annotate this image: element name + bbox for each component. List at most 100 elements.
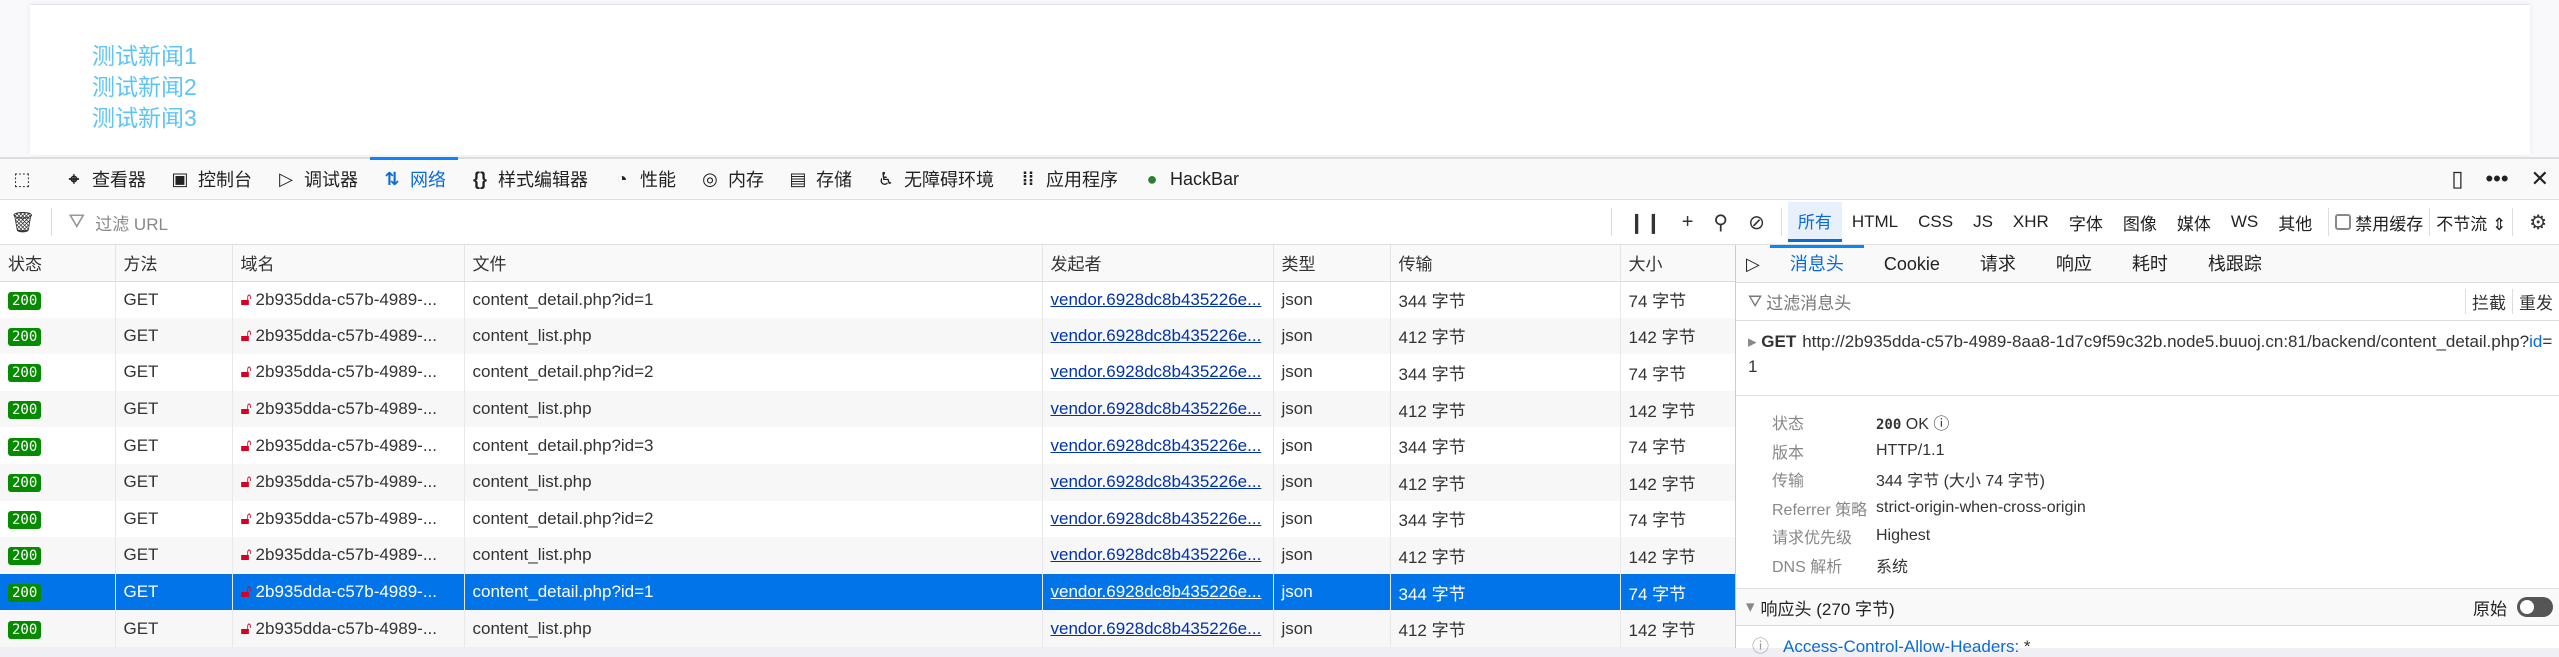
- type-filter-button[interactable]: 媒体: [2167, 204, 2221, 241]
- search-icon[interactable]: ⚲: [1703, 210, 1738, 235]
- help-icon[interactable]: ⓘ: [1752, 637, 1769, 656]
- type-filter-button[interactable]: CSS: [1908, 206, 1963, 238]
- size-cell: 142 字节: [1620, 610, 1736, 647]
- initiator-link[interactable]: vendor.6928dc8b435226e...: [1051, 290, 1262, 309]
- tab-performance[interactable]: ◔ 性能: [600, 159, 688, 200]
- page-viewport: 测试新闻1 测试新闻2 测试新闻3: [0, 0, 2559, 157]
- tab-network[interactable]: ⇅ 网络: [370, 156, 458, 200]
- column-header[interactable]: 状态: [0, 245, 116, 282]
- domain-text: 2b935dda-c57b-4989-...: [255, 472, 438, 492]
- panel-tab[interactable]: 耗时: [2112, 245, 2188, 283]
- initiator-link[interactable]: vendor.6928dc8b435226e...: [1051, 436, 1262, 455]
- disable-cache-checkbox[interactable]: 禁用缓存: [2335, 210, 2423, 235]
- news-item[interactable]: 测试新闻2: [92, 72, 197, 103]
- panel-tab[interactable]: 栈跟踪: [2188, 245, 2282, 283]
- request-table: 状态 方法 域名 文件 发起者 类型 传输 大小 200 GET 🔓︎ 2b935dda-c57…: [0, 245, 1736, 647]
- table-row[interactable]: 200 GET 🔓︎ 2b935dda-c57b-4989-... content…: [0, 317, 1736, 355]
- tab-inspector[interactable]: ⌖ 查看器: [52, 159, 158, 200]
- method-cell: GET: [115, 281, 233, 318]
- tab-debugger[interactable]: ▷ 调试器: [264, 159, 370, 200]
- initiator-link[interactable]: vendor.6928dc8b435226e...: [1051, 509, 1262, 528]
- table-row[interactable]: 200 GET 🔓︎ 2b935dda-c57b-4989-... content…: [0, 390, 1736, 428]
- column-header[interactable]: 文件: [464, 245, 1043, 282]
- initiator-link[interactable]: vendor.6928dc8b435226e...: [1051, 326, 1262, 345]
- tab-application[interactable]: ⁞⁞ 应用程序: [1006, 159, 1130, 200]
- url-param: id: [2529, 332, 2543, 351]
- initiator-link[interactable]: vendor.6928dc8b435226e...: [1051, 582, 1262, 601]
- table-row[interactable]: 200 GET 🔓︎ 2b935dda-c57b-4989-... content…: [0, 463, 1736, 501]
- table-row[interactable]: 200 GET 🔓︎ 2b935dda-c57b-4989-... content…: [0, 573, 1736, 611]
- panel-tab[interactable]: Cookie: [1864, 245, 1960, 283]
- raw-toggle[interactable]: [2517, 597, 2553, 617]
- table-row[interactable]: 200 GET 🔓︎ 2b935dda-c57b-4989-... content…: [0, 500, 1736, 538]
- tab-console[interactable]: ▣ 控制台: [158, 159, 264, 200]
- devtools-toolbar: ⬚ ⌖ 查看器 ▣ 控制台 ▷ 调试器 ⇅ 网络 {} 样式编辑器 ◔ 性能 ◎ 内存 ▤ 存储 ♿ 无障碍环境 ⁞…: [0, 156, 2559, 200]
- type-filter-button[interactable]: 字体: [2059, 204, 2113, 241]
- type-filter-button[interactable]: 其他: [2268, 204, 2322, 241]
- tab-hackbar[interactable]: ● HackBar: [1130, 159, 1251, 200]
- panel-tab[interactable]: 请求: [1960, 245, 2036, 283]
- filter-url-input[interactable]: 过滤 URL: [95, 210, 1605, 235]
- plus-icon[interactable]: +: [1672, 211, 1704, 234]
- detail-key: DNS 解析: [1772, 558, 1843, 576]
- more-icon[interactable]: •••: [2485, 166, 2508, 192]
- type-filter-button[interactable]: XHR: [2003, 206, 2059, 238]
- response-headers-section[interactable]: ▾ 响应头 (270 字节) 原始: [1736, 589, 2559, 626]
- trash-icon[interactable]: 🗑: [0, 210, 45, 235]
- type-filter-button[interactable]: 所有: [1787, 202, 1842, 242]
- pause-icon[interactable]: ❙❙: [1618, 210, 1672, 235]
- table-row[interactable]: 200 GET 🔓︎ 2b935dda-c57b-4989-... content…: [0, 427, 1736, 464]
- column-header[interactable]: 传输: [1390, 245, 1621, 282]
- news-item[interactable]: 测试新闻1: [92, 41, 197, 72]
- header-row: ⓘ Access-Control-Allow-Headers: *: [1736, 626, 2559, 657]
- table-row[interactable]: 200 GET 🔓︎ 2b935dda-c57b-4989-... content…: [0, 610, 1736, 647]
- type-cell: json: [1273, 573, 1391, 611]
- column-header[interactable]: 类型: [1273, 245, 1391, 282]
- tab-storage[interactable]: ▤ 存储: [776, 159, 864, 200]
- column-header[interactable]: 方法: [115, 245, 233, 282]
- insecure-lock-icon: 🔓︎: [240, 508, 252, 528]
- status-text: OK: [1905, 416, 1929, 434]
- type-filter-button[interactable]: WS: [2221, 206, 2268, 238]
- type-filter-button[interactable]: HTML: [1842, 206, 1908, 238]
- initiator-link[interactable]: vendor.6928dc8b435226e...: [1051, 545, 1262, 564]
- initiator-link[interactable]: vendor.6928dc8b435226e...: [1051, 399, 1262, 418]
- filter-headers-input[interactable]: 过滤消息头: [1766, 289, 1851, 314]
- domain-text: 2b935dda-c57b-4989-...: [255, 618, 438, 638]
- table-row[interactable]: 200 GET 🔓︎ 2b935dda-c57b-4989-... content…: [0, 281, 1736, 318]
- panel-tab[interactable]: 响应: [2036, 245, 2112, 283]
- type-filter-button[interactable]: JS: [1963, 206, 2003, 238]
- close-icon[interactable]: ✕: [2531, 166, 2549, 192]
- initiator-link[interactable]: vendor.6928dc8b435226e...: [1051, 472, 1262, 491]
- panel-tab[interactable]: 消息头: [1769, 244, 1864, 283]
- insecure-lock-icon: 🔓︎: [240, 618, 252, 638]
- hackbar-icon: ●: [1146, 168, 1158, 189]
- initiator-link[interactable]: vendor.6928dc8b435226e...: [1051, 619, 1262, 638]
- initiator-link[interactable]: vendor.6928dc8b435226e...: [1051, 362, 1262, 381]
- column-header[interactable]: 发起者: [1042, 245, 1274, 282]
- element-picker-button[interactable]: ⬚: [0, 159, 52, 200]
- news-item[interactable]: 测试新闻3: [92, 103, 197, 134]
- column-header[interactable]: 大小: [1620, 245, 1736, 282]
- tab-style-editor[interactable]: {} 样式编辑器: [458, 159, 600, 200]
- tab-memory[interactable]: ◎ 内存: [688, 159, 776, 200]
- throttle-select[interactable]: 不节流 ⇕: [2436, 210, 2506, 235]
- insecure-lock-icon: 🔓︎: [240, 289, 252, 309]
- table-row[interactable]: 200 GET 🔓︎ 2b935dda-c57b-4989-... content…: [0, 537, 1736, 574]
- resend-button[interactable]: 重发: [2512, 289, 2559, 314]
- size-cell: 74 字节: [1620, 427, 1736, 464]
- block-button[interactable]: 拦截: [2465, 289, 2512, 314]
- toggle-sidebar-icon[interactable]: ▷: [1736, 245, 1770, 283]
- help-icon[interactable]: ⓘ: [1933, 416, 1949, 433]
- type-filter-button[interactable]: 图像: [2113, 204, 2167, 241]
- tab-accessibility[interactable]: ♿ 无障碍环境: [864, 159, 1006, 200]
- settings-gear-icon[interactable]: ⚙: [2519, 210, 2557, 235]
- dock-icon[interactable]: ▯: [2451, 166, 2463, 192]
- block-icon[interactable]: ⊘: [1738, 210, 1775, 235]
- request-url[interactable]: ▸ GET http://2b935dda-c57b-4989-8aa8-1d7c…: [1736, 321, 2559, 396]
- method-cell: GET: [115, 500, 233, 538]
- insecure-lock-icon: 🔓︎: [240, 472, 252, 492]
- table-row[interactable]: 200 GET 🔓︎ 2b935dda-c57b-4989-... content…: [0, 354, 1736, 391]
- status-cell: 200: [0, 354, 116, 391]
- column-header[interactable]: 域名: [232, 245, 465, 282]
